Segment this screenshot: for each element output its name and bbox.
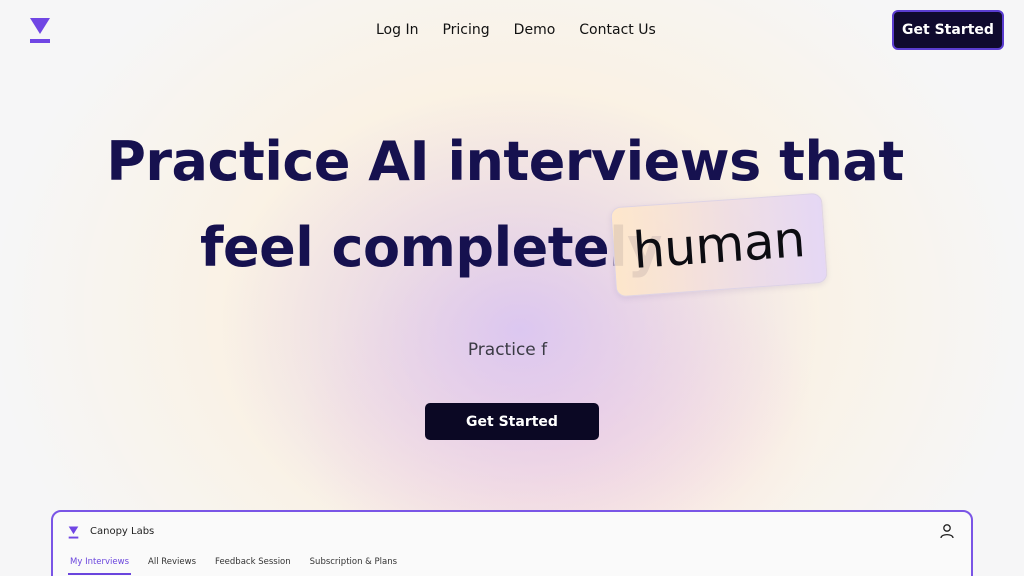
- preview-tab-bar: My Interviews All Reviews Feedback Sessi…: [68, 557, 414, 575]
- preview-app-name: Canopy Labs: [90, 526, 155, 537]
- background-glow: [0, 0, 1024, 576]
- app-preview-panel: Canopy Labs My Interviews All Reviews Fe…: [51, 510, 973, 576]
- tab-my-interviews[interactable]: My Interviews: [68, 557, 132, 575]
- hero-title-line2: feel completely: [200, 216, 662, 279]
- preview-logo-icon: [68, 526, 79, 539]
- user-icon[interactable]: [939, 523, 955, 539]
- hero-title-line1: Practice AI interviews that: [106, 130, 904, 193]
- nav-login-link[interactable]: Log In: [376, 22, 418, 38]
- header-get-started-button[interactable]: Get Started: [892, 10, 1004, 50]
- hero-subtitle: Practice f: [467, 340, 548, 360]
- tab-all-reviews[interactable]: All Reviews: [146, 557, 198, 575]
- tab-subscription-plans[interactable]: Subscription & Plans: [308, 557, 399, 575]
- hero-get-started-button[interactable]: Get Started: [425, 403, 599, 440]
- hero-highlight-badge: human: [610, 192, 828, 298]
- tab-feedback-session[interactable]: Feedback Session: [213, 557, 293, 575]
- top-nav: Log In Pricing Demo Contact Us: [376, 22, 656, 38]
- nav-contact-link[interactable]: Contact Us: [579, 22, 655, 38]
- hero-highlight-word: human: [631, 210, 807, 280]
- nav-demo-link[interactable]: Demo: [514, 22, 556, 38]
- nav-pricing-link[interactable]: Pricing: [442, 22, 489, 38]
- logo-icon[interactable]: [29, 17, 51, 44]
